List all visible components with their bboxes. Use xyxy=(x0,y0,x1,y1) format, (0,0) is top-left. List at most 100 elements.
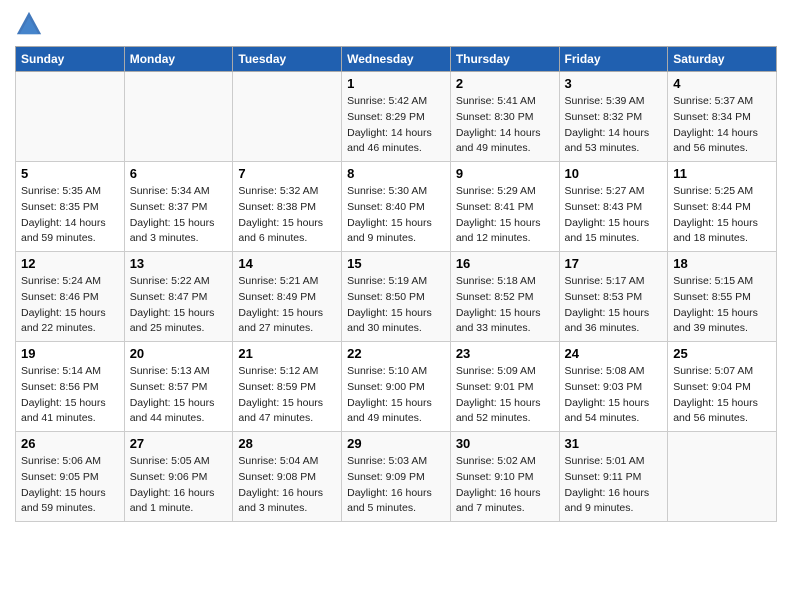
calendar-cell: 20 Sunrise: 5:13 AM Sunset: 8:57 PM Dayli… xyxy=(124,342,233,432)
calendar-cell: 28Sunrise: 5:04 AM Sunset: 9:08 PM Dayli… xyxy=(233,432,342,522)
calendar-cell: 31Sunrise: 5:01 AM Sunset: 9:11 PM Dayli… xyxy=(559,432,668,522)
cell-info: Sunrise: 5:14 AM Sunset: 8:56 PM Dayligh… xyxy=(21,364,119,427)
calendar-cell xyxy=(668,432,777,522)
cell-info: Sunrise: 5:04 AM Sunset: 9:08 PM Dayligh… xyxy=(238,454,336,517)
day-number: 16 xyxy=(456,256,554,271)
cell-info: Sunrise: 5:06 AM Sunset: 9:05 PM Dayligh… xyxy=(21,454,119,517)
page-header xyxy=(15,10,777,38)
cell-info: Sunrise: 5:22 AM Sunset: 8:47 PM Dayligh… xyxy=(130,274,228,337)
calendar-cell: 10 Sunrise: 5:27 AM Sunset: 8:43 PM Dayli… xyxy=(559,162,668,252)
day-number: 6 xyxy=(130,166,228,181)
day-number: 23 xyxy=(456,346,554,361)
cell-info: Sunrise: 5:25 AM Sunset: 8:44 PM Dayligh… xyxy=(673,184,771,247)
calendar-cell: 21 Sunrise: 5:12 AM Sunset: 8:59 PM Dayli… xyxy=(233,342,342,432)
week-row-2: 5 Sunrise: 5:35 AM Sunset: 8:35 PM Daylig… xyxy=(16,162,777,252)
cell-info: Sunrise: 5:03 AM Sunset: 9:09 PM Dayligh… xyxy=(347,454,445,517)
cell-info: Sunrise: 5:15 AM Sunset: 8:55 PM Dayligh… xyxy=(673,274,771,337)
day-number: 29 xyxy=(347,436,445,451)
day-number: 30 xyxy=(456,436,554,451)
day-header-wednesday: Wednesday xyxy=(342,47,451,72)
calendar-cell: 3 Sunrise: 5:39 AM Sunset: 8:32 PM Daylig… xyxy=(559,72,668,162)
cell-info: Sunrise: 5:12 AM Sunset: 8:59 PM Dayligh… xyxy=(238,364,336,427)
calendar-cell: 24 Sunrise: 5:08 AM Sunset: 9:03 PM Dayli… xyxy=(559,342,668,432)
calendar-cell: 15 Sunrise: 5:19 AM Sunset: 8:50 PM Dayli… xyxy=(342,252,451,342)
calendar-cell: 18 Sunrise: 5:15 AM Sunset: 8:55 PM Dayli… xyxy=(668,252,777,342)
cell-info: Sunrise: 5:32 AM Sunset: 8:38 PM Dayligh… xyxy=(238,184,336,247)
day-number: 27 xyxy=(130,436,228,451)
week-row-5: 26 Sunrise: 5:06 AM Sunset: 9:05 PM Dayli… xyxy=(16,432,777,522)
calendar-cell xyxy=(124,72,233,162)
cell-info: Sunrise: 5:35 AM Sunset: 8:35 PM Dayligh… xyxy=(21,184,119,247)
day-header-thursday: Thursday xyxy=(450,47,559,72)
calendar-cell: 26 Sunrise: 5:06 AM Sunset: 9:05 PM Dayli… xyxy=(16,432,125,522)
calendar-cell: 7 Sunrise: 5:32 AM Sunset: 8:38 PM Daylig… xyxy=(233,162,342,252)
cell-info: Sunrise: 5:39 AM Sunset: 8:32 PM Dayligh… xyxy=(565,94,663,157)
cell-info: Sunrise: 5:37 AM Sunset: 8:34 PM Dayligh… xyxy=(673,94,771,157)
day-number: 13 xyxy=(130,256,228,271)
calendar-cell: 9Sunrise: 5:29 AM Sunset: 8:41 PM Daylig… xyxy=(450,162,559,252)
day-number: 25 xyxy=(673,346,771,361)
calendar-cell: 25 Sunrise: 5:07 AM Sunset: 9:04 PM Dayli… xyxy=(668,342,777,432)
day-header-saturday: Saturday xyxy=(668,47,777,72)
cell-info: Sunrise: 5:08 AM Sunset: 9:03 PM Dayligh… xyxy=(565,364,663,427)
calendar-cell: 19Sunrise: 5:14 AM Sunset: 8:56 PM Dayli… xyxy=(16,342,125,432)
day-number: 21 xyxy=(238,346,336,361)
day-number: 24 xyxy=(565,346,663,361)
day-number: 20 xyxy=(130,346,228,361)
day-number: 11 xyxy=(673,166,771,181)
day-number: 15 xyxy=(347,256,445,271)
day-number: 18 xyxy=(673,256,771,271)
cell-info: Sunrise: 5:13 AM Sunset: 8:57 PM Dayligh… xyxy=(130,364,228,427)
day-number: 17 xyxy=(565,256,663,271)
calendar-cell: 11 Sunrise: 5:25 AM Sunset: 8:44 PM Dayli… xyxy=(668,162,777,252)
cell-info: Sunrise: 5:09 AM Sunset: 9:01 PM Dayligh… xyxy=(456,364,554,427)
calendar-cell: 12 Sunrise: 5:24 AM Sunset: 8:46 PM Dayli… xyxy=(16,252,125,342)
cell-info: Sunrise: 5:05 AM Sunset: 9:06 PM Dayligh… xyxy=(130,454,228,517)
cell-info: Sunrise: 5:17 AM Sunset: 8:53 PM Dayligh… xyxy=(565,274,663,337)
logo xyxy=(15,10,47,38)
day-number: 9 xyxy=(456,166,554,181)
logo-icon xyxy=(15,10,43,38)
calendar-cell: 14 Sunrise: 5:21 AM Sunset: 8:49 PM Dayli… xyxy=(233,252,342,342)
calendar-cell: 29 Sunrise: 5:03 AM Sunset: 9:09 PM Dayli… xyxy=(342,432,451,522)
day-number: 3 xyxy=(565,76,663,91)
cell-info: Sunrise: 5:10 AM Sunset: 9:00 PM Dayligh… xyxy=(347,364,445,427)
calendar-cell xyxy=(233,72,342,162)
calendar-header-row: SundayMondayTuesdayWednesdayThursdayFrid… xyxy=(16,47,777,72)
day-number: 1 xyxy=(347,76,445,91)
day-number: 10 xyxy=(565,166,663,181)
cell-info: Sunrise: 5:07 AM Sunset: 9:04 PM Dayligh… xyxy=(673,364,771,427)
cell-info: Sunrise: 5:18 AM Sunset: 8:52 PM Dayligh… xyxy=(456,274,554,337)
calendar-cell: 22 Sunrise: 5:10 AM Sunset: 9:00 PM Dayli… xyxy=(342,342,451,432)
day-number: 7 xyxy=(238,166,336,181)
cell-info: Sunrise: 5:30 AM Sunset: 8:40 PM Dayligh… xyxy=(347,184,445,247)
week-row-4: 19Sunrise: 5:14 AM Sunset: 8:56 PM Dayli… xyxy=(16,342,777,432)
calendar-cell: 4Sunrise: 5:37 AM Sunset: 8:34 PM Daylig… xyxy=(668,72,777,162)
cell-info: Sunrise: 5:19 AM Sunset: 8:50 PM Dayligh… xyxy=(347,274,445,337)
day-number: 14 xyxy=(238,256,336,271)
calendar-cell xyxy=(16,72,125,162)
day-number: 5 xyxy=(21,166,119,181)
calendar-cell: 6 Sunrise: 5:34 AM Sunset: 8:37 PM Daylig… xyxy=(124,162,233,252)
calendar-cell: 17 Sunrise: 5:17 AM Sunset: 8:53 PM Dayli… xyxy=(559,252,668,342)
week-row-1: 1 Sunrise: 5:42 AM Sunset: 8:29 PM Daylig… xyxy=(16,72,777,162)
day-number: 12 xyxy=(21,256,119,271)
day-header-monday: Monday xyxy=(124,47,233,72)
cell-info: Sunrise: 5:42 AM Sunset: 8:29 PM Dayligh… xyxy=(347,94,445,157)
week-row-3: 12 Sunrise: 5:24 AM Sunset: 8:46 PM Dayli… xyxy=(16,252,777,342)
cell-info: Sunrise: 5:21 AM Sunset: 8:49 PM Dayligh… xyxy=(238,274,336,337)
cell-info: Sunrise: 5:34 AM Sunset: 8:37 PM Dayligh… xyxy=(130,184,228,247)
day-number: 26 xyxy=(21,436,119,451)
calendar-cell: 27 Sunrise: 5:05 AM Sunset: 9:06 PM Dayli… xyxy=(124,432,233,522)
cell-info: Sunrise: 5:02 AM Sunset: 9:10 PM Dayligh… xyxy=(456,454,554,517)
calendar-cell: 23 Sunrise: 5:09 AM Sunset: 9:01 PM Dayli… xyxy=(450,342,559,432)
day-number: 31 xyxy=(565,436,663,451)
cell-info: Sunrise: 5:27 AM Sunset: 8:43 PM Dayligh… xyxy=(565,184,663,247)
calendar-cell: 13 Sunrise: 5:22 AM Sunset: 8:47 PM Dayli… xyxy=(124,252,233,342)
day-header-tuesday: Tuesday xyxy=(233,47,342,72)
calendar-cell: 16 Sunrise: 5:18 AM Sunset: 8:52 PM Dayli… xyxy=(450,252,559,342)
calendar-cell: 5 Sunrise: 5:35 AM Sunset: 8:35 PM Daylig… xyxy=(16,162,125,252)
cell-info: Sunrise: 5:41 AM Sunset: 8:30 PM Dayligh… xyxy=(456,94,554,157)
day-number: 22 xyxy=(347,346,445,361)
cell-info: Sunrise: 5:24 AM Sunset: 8:46 PM Dayligh… xyxy=(21,274,119,337)
